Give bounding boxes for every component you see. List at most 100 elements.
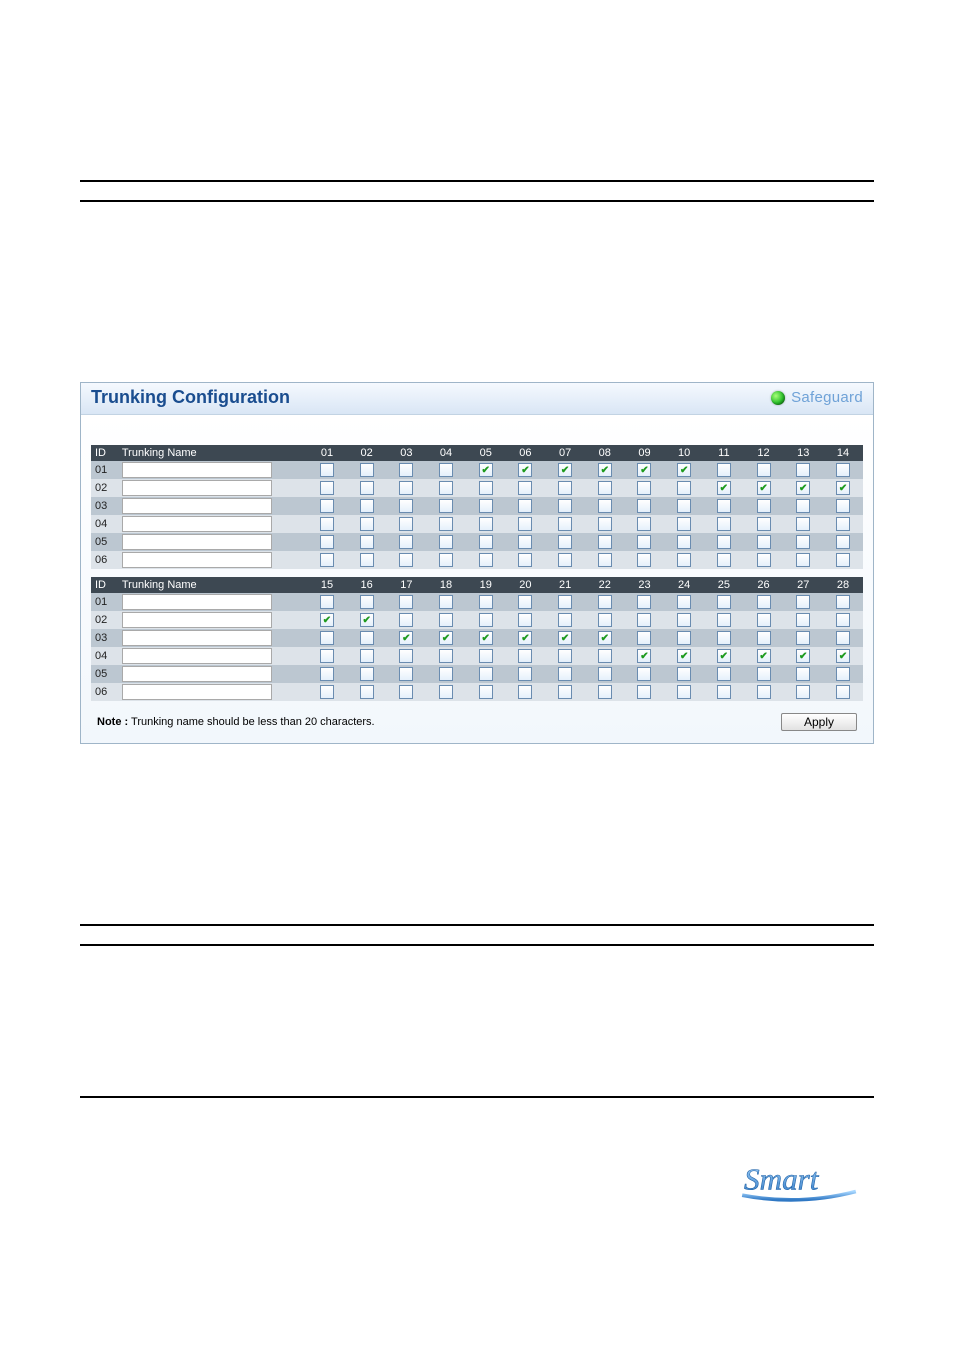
port-checkbox[interactable] xyxy=(518,463,532,477)
port-checkbox[interactable] xyxy=(836,595,850,609)
port-checkbox[interactable] xyxy=(518,517,532,531)
port-checkbox[interactable] xyxy=(479,553,493,567)
port-checkbox[interactable] xyxy=(558,649,572,663)
port-checkbox[interactable] xyxy=(439,481,453,495)
port-checkbox[interactable] xyxy=(677,649,691,663)
port-checkbox[interactable] xyxy=(518,685,532,699)
port-checkbox[interactable] xyxy=(320,685,334,699)
port-checkbox[interactable] xyxy=(320,631,334,645)
port-checkbox[interactable] xyxy=(360,535,374,549)
port-checkbox[interactable] xyxy=(796,685,810,699)
port-checkbox[interactable] xyxy=(757,463,771,477)
port-checkbox[interactable] xyxy=(558,685,572,699)
port-checkbox[interactable] xyxy=(757,499,771,513)
port-checkbox[interactable] xyxy=(360,553,374,567)
port-checkbox[interactable] xyxy=(757,535,771,549)
port-checkbox[interactable] xyxy=(836,517,850,531)
port-checkbox[interactable] xyxy=(360,685,374,699)
port-checkbox[interactable] xyxy=(399,649,413,663)
port-checkbox[interactable] xyxy=(836,535,850,549)
port-checkbox[interactable] xyxy=(399,667,413,681)
port-checkbox[interactable] xyxy=(360,667,374,681)
port-checkbox[interactable] xyxy=(479,631,493,645)
port-checkbox[interactable] xyxy=(518,595,532,609)
apply-button[interactable]: Apply xyxy=(781,713,857,731)
port-checkbox[interactable] xyxy=(439,631,453,645)
port-checkbox[interactable] xyxy=(320,667,334,681)
port-checkbox[interactable] xyxy=(677,613,691,627)
port-checkbox[interactable] xyxy=(320,553,334,567)
port-checkbox[interactable] xyxy=(637,517,651,531)
port-checkbox[interactable] xyxy=(796,553,810,567)
port-checkbox[interactable] xyxy=(637,595,651,609)
port-checkbox[interactable] xyxy=(558,517,572,531)
trunking-name-input[interactable] xyxy=(122,648,272,664)
port-checkbox[interactable] xyxy=(399,481,413,495)
port-checkbox[interactable] xyxy=(796,463,810,477)
port-checkbox[interactable] xyxy=(637,553,651,567)
port-checkbox[interactable] xyxy=(717,649,731,663)
port-checkbox[interactable] xyxy=(479,595,493,609)
port-checkbox[interactable] xyxy=(677,595,691,609)
port-checkbox[interactable] xyxy=(717,631,731,645)
port-checkbox[interactable] xyxy=(637,685,651,699)
port-checkbox[interactable] xyxy=(717,553,731,567)
port-checkbox[interactable] xyxy=(717,613,731,627)
port-checkbox[interactable] xyxy=(518,631,532,645)
port-checkbox[interactable] xyxy=(717,481,731,495)
port-checkbox[interactable] xyxy=(320,499,334,513)
port-checkbox[interactable] xyxy=(439,667,453,681)
port-checkbox[interactable] xyxy=(558,499,572,513)
port-checkbox[interactable] xyxy=(836,463,850,477)
port-checkbox[interactable] xyxy=(399,517,413,531)
port-checkbox[interactable] xyxy=(360,631,374,645)
port-checkbox[interactable] xyxy=(757,667,771,681)
port-checkbox[interactable] xyxy=(479,499,493,513)
port-checkbox[interactable] xyxy=(439,499,453,513)
port-checkbox[interactable] xyxy=(796,631,810,645)
port-checkbox[interactable] xyxy=(399,631,413,645)
port-checkbox[interactable] xyxy=(518,481,532,495)
port-checkbox[interactable] xyxy=(836,553,850,567)
trunking-name-input[interactable] xyxy=(122,462,272,478)
port-checkbox[interactable] xyxy=(598,631,612,645)
trunking-name-input[interactable] xyxy=(122,552,272,568)
port-checkbox[interactable] xyxy=(757,631,771,645)
port-checkbox[interactable] xyxy=(360,481,374,495)
trunking-name-input[interactable] xyxy=(122,630,272,646)
port-checkbox[interactable] xyxy=(677,535,691,549)
port-checkbox[interactable] xyxy=(637,499,651,513)
port-checkbox[interactable] xyxy=(598,613,612,627)
port-checkbox[interactable] xyxy=(637,481,651,495)
port-checkbox[interactable] xyxy=(637,463,651,477)
port-checkbox[interactable] xyxy=(796,613,810,627)
port-checkbox[interactable] xyxy=(399,553,413,567)
port-checkbox[interactable] xyxy=(598,535,612,549)
port-checkbox[interactable] xyxy=(439,595,453,609)
port-checkbox[interactable] xyxy=(320,481,334,495)
port-checkbox[interactable] xyxy=(757,553,771,567)
port-checkbox[interactable] xyxy=(598,517,612,531)
port-checkbox[interactable] xyxy=(598,685,612,699)
port-checkbox[interactable] xyxy=(836,481,850,495)
port-checkbox[interactable] xyxy=(479,685,493,699)
trunking-name-input[interactable] xyxy=(122,498,272,514)
port-checkbox[interactable] xyxy=(796,595,810,609)
port-checkbox[interactable] xyxy=(320,595,334,609)
port-checkbox[interactable] xyxy=(439,685,453,699)
trunking-name-input[interactable] xyxy=(122,684,272,700)
port-checkbox[interactable] xyxy=(518,613,532,627)
port-checkbox[interactable] xyxy=(757,481,771,495)
port-checkbox[interactable] xyxy=(598,499,612,513)
port-checkbox[interactable] xyxy=(558,667,572,681)
port-checkbox[interactable] xyxy=(360,499,374,513)
port-checkbox[interactable] xyxy=(360,649,374,663)
port-checkbox[interactable] xyxy=(836,649,850,663)
port-checkbox[interactable] xyxy=(796,481,810,495)
port-checkbox[interactable] xyxy=(439,613,453,627)
port-checkbox[interactable] xyxy=(717,685,731,699)
port-checkbox[interactable] xyxy=(637,535,651,549)
port-checkbox[interactable] xyxy=(717,667,731,681)
port-checkbox[interactable] xyxy=(320,649,334,663)
port-checkbox[interactable] xyxy=(717,535,731,549)
